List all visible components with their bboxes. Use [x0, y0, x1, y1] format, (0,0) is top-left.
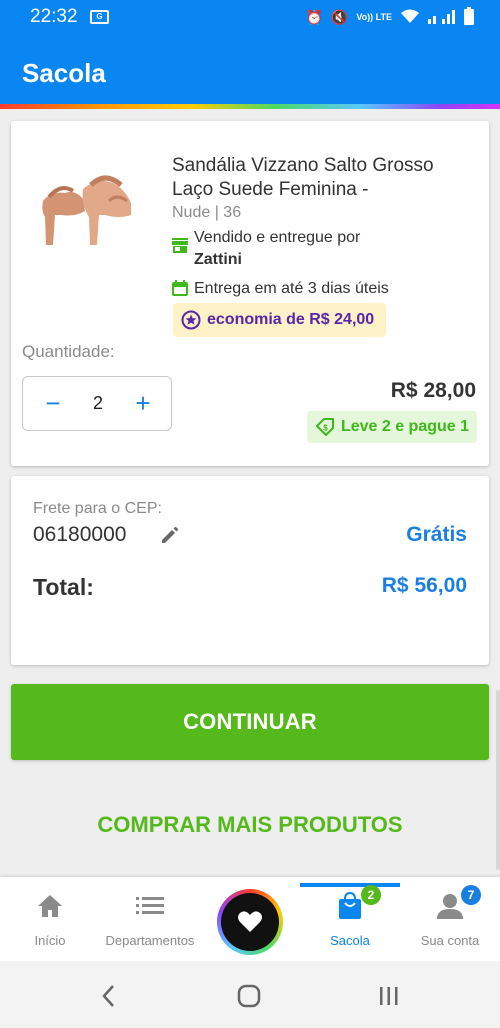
- user-icon-wrapper: 7: [435, 885, 481, 921]
- calendar-icon: [172, 280, 188, 296]
- decrease-quantity-button[interactable]: −: [33, 377, 73, 430]
- store-icon: [172, 238, 188, 253]
- increase-quantity-button[interactable]: +: [123, 377, 163, 430]
- account-count-badge: 7: [461, 885, 481, 905]
- savings-badge: economia de R$ 24,00: [173, 303, 387, 337]
- recent-apps-icon[interactable]: [376, 983, 402, 1009]
- favorites-button-inner: [221, 893, 279, 951]
- alarm-icon: ⏰: [305, 8, 323, 25]
- seller-info: Vendido e entregue por Zattini: [194, 227, 360, 271]
- buy-more-products-button[interactable]: COMPRAR MAIS PRODUTOS: [0, 790, 500, 860]
- mute-icon: 🔇: [330, 8, 349, 25]
- nav-departments[interactable]: Departamentos: [95, 891, 205, 957]
- shipping-summary-card: Frete para o CEP: 06180000 Grátis Total:…: [11, 476, 489, 665]
- total-label: Total:: [33, 574, 94, 600]
- bag-count-badge: 2: [361, 885, 381, 905]
- page-title: Sacola: [22, 58, 106, 88]
- tag-icon: $: [315, 418, 334, 436]
- freight-value: Grátis: [406, 523, 467, 546]
- star-circle-icon: [181, 310, 201, 330]
- total-value: R$ 56,00: [381, 574, 467, 597]
- system-navigation-bar: [0, 961, 500, 1028]
- promo-badge: $ Leve 2 e pague 1: [306, 411, 477, 443]
- wifi-icon: [400, 8, 420, 27]
- heart-icon: [238, 911, 262, 932]
- nav-bag-label: Sacola: [330, 933, 370, 948]
- product-price: R$ 28,00: [390, 379, 476, 402]
- nav-bag[interactable]: 2 Sacola: [310, 885, 390, 957]
- product-image[interactable]: [39, 161, 135, 247]
- signal-icon: [428, 8, 456, 27]
- seller-name: Zattini: [194, 251, 242, 268]
- menu-list-icon: [136, 897, 164, 914]
- status-time: 22:32: [30, 6, 78, 27]
- scrollbar[interactable]: [496, 690, 500, 870]
- battery-icon: [464, 6, 474, 28]
- nav-home[interactable]: Início: [20, 891, 80, 957]
- quantity-label: Quantidade:: [22, 342, 115, 361]
- rainbow-divider: [0, 104, 500, 109]
- nav-account-label: Sua conta: [420, 933, 480, 948]
- cep-label: Frete para o CEP:: [33, 500, 162, 517]
- continue-button[interactable]: CONTINUAR: [11, 684, 489, 760]
- nav-departments-label: Departamentos: [105, 933, 195, 948]
- favorites-button[interactable]: [217, 889, 283, 955]
- savings-text: economia de R$ 24,00: [207, 311, 375, 328]
- volte-icon: Vo)) LTE: [356, 11, 392, 22]
- cep-value: 06180000: [33, 523, 127, 546]
- quantity-value: 2: [92, 393, 103, 413]
- active-tab-indicator: [300, 883, 400, 887]
- status-bar: 22:32 G ⏰ 🔇 Vo)) LTE: [0, 0, 500, 34]
- app-bar: 22:32 G ⏰ 🔇 Vo)) LTE Sacola: [0, 0, 500, 106]
- quantity-stepper: − 2 +: [22, 376, 172, 431]
- nav-account[interactable]: 7 Sua conta: [410, 885, 490, 957]
- product-name[interactable]: Sandália Vizzano Salto Grosso Laço Suede…: [172, 154, 472, 202]
- seller-prefix: Vendido e entregue por: [194, 229, 361, 246]
- cart-item-card: Sandália Vizzano Salto Grosso Laço Suede…: [11, 121, 489, 466]
- svg-text:$: $: [323, 424, 328, 433]
- home-circle-icon[interactable]: [236, 983, 262, 1009]
- bag-icon-wrapper: 2: [335, 885, 381, 921]
- status-icons: ⏰ 🔇 Vo)) LTE: [305, 6, 474, 28]
- notification-icon: G: [90, 10, 109, 24]
- promo-text: Leve 2 e pague 1: [340, 418, 469, 435]
- back-icon[interactable]: [96, 983, 122, 1009]
- pencil-icon[interactable]: [159, 524, 181, 546]
- nav-home-label: Início: [34, 933, 66, 948]
- product-variant: Nude | 36: [172, 204, 242, 221]
- home-icon: [38, 895, 62, 917]
- delivery-estimate: Entrega em até 3 dias úteis: [194, 280, 389, 297]
